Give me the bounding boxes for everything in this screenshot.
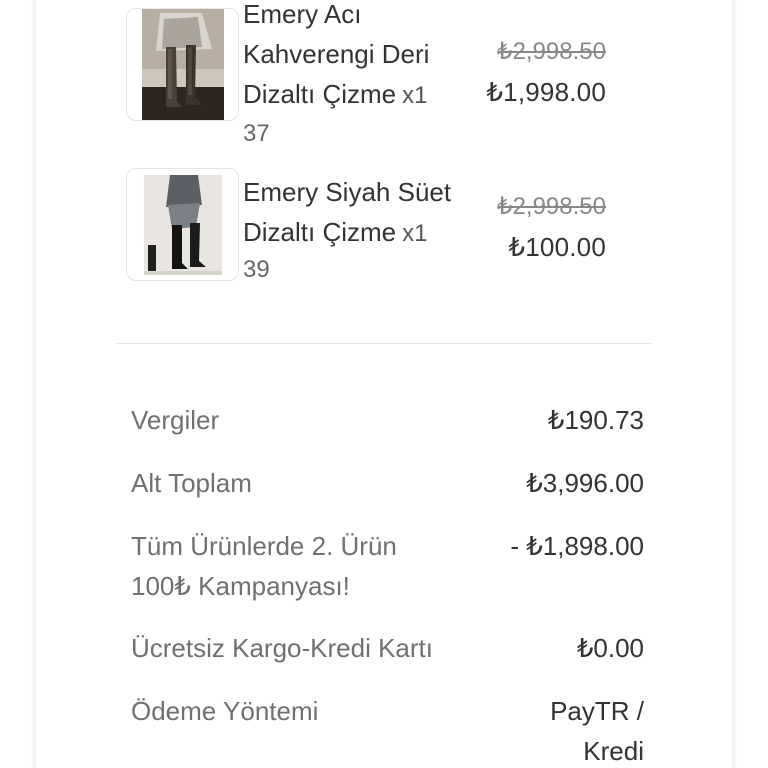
product-quantity: x1	[402, 220, 428, 247]
tax-value: ₺190.73	[547, 405, 644, 435]
product-name[interactable]: Emery Siyah Süet Dizaltı Çizme x1	[243, 172, 493, 254]
brown-leather-knee-boots-photo	[141, 9, 224, 120]
product-name[interactable]: Emery Acı Kahverengi Deri Dizaltı Çizme x…	[243, 0, 493, 116]
order-summary-card: Emery Acı Kahverengi Deri Dizaltı Çizme x…	[36, 0, 732, 768]
black-suede-knee-boots-photo	[143, 174, 222, 275]
product-original-price: ₺2,998.50	[497, 38, 606, 65]
campaign-label: Tüm Ürünlerde 2. Ürün 100₺ Kampanyası!	[131, 531, 397, 601]
product-size: 39	[243, 256, 270, 283]
payment-method-value: PayTR / Kredi	[550, 696, 644, 766]
subtotal-label: Alt Toplam	[131, 468, 252, 498]
subtotal-value: ₺3,996.00	[526, 468, 644, 498]
payment-method-label: Ödeme Yöntemi	[131, 696, 319, 726]
campaign-discount-value: - ₺1,898.00	[510, 531, 644, 561]
shipping-label: Ücretsiz Kargo-Kredi Kartı	[131, 633, 433, 663]
product-sale-price: ₺100.00	[508, 232, 606, 262]
product-thumbnail[interactable]	[126, 8, 239, 121]
product-original-price: ₺2,998.50	[497, 193, 606, 220]
order-summary-screen: Emery Acı Kahverengi Deri Dizaltı Çizme x…	[0, 0, 768, 768]
card-shadow-right	[732, 0, 738, 768]
product-quantity: x1	[402, 82, 428, 109]
product-size: 37	[243, 120, 270, 147]
section-divider	[116, 343, 652, 344]
tax-label: Vergiler	[131, 405, 220, 435]
shipping-value: ₺0.00	[576, 633, 644, 663]
product-sale-price: ₺1,998.00	[486, 77, 606, 107]
product-thumbnail[interactable]	[126, 168, 239, 281]
